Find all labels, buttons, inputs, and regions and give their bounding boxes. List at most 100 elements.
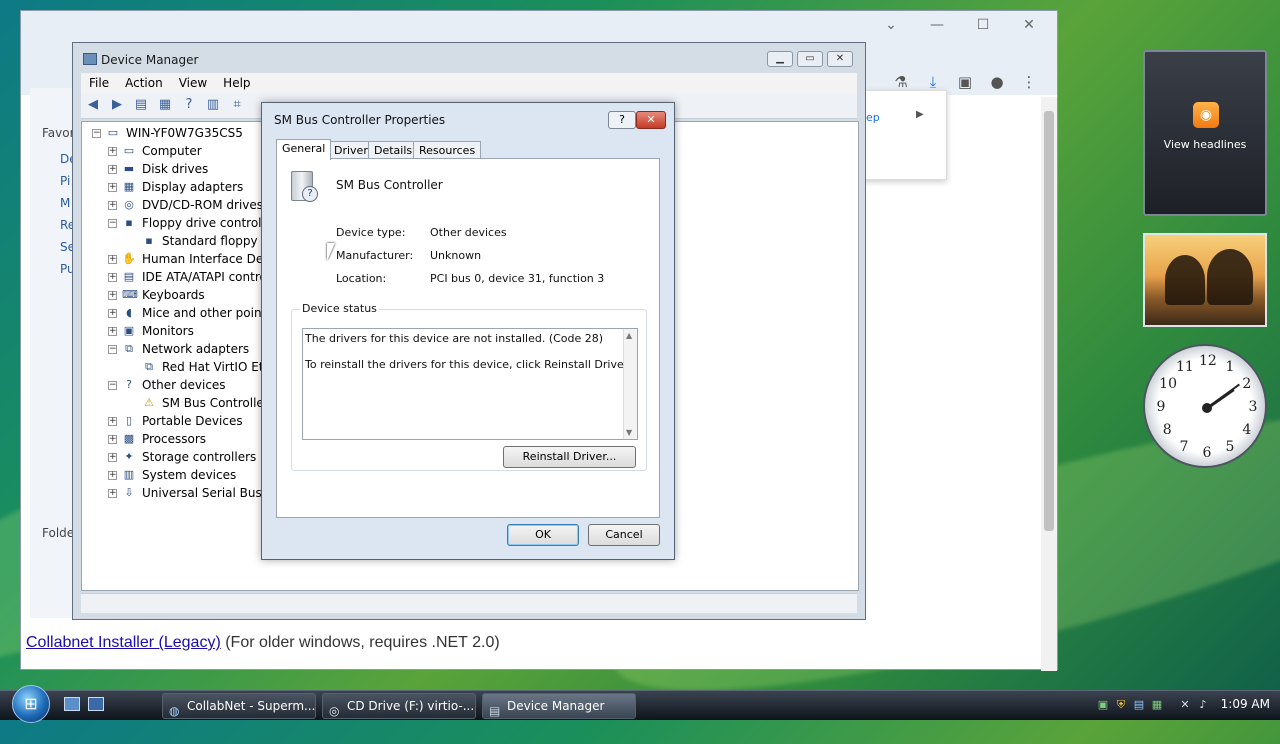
maximize-button[interactable]: ▭ — [797, 51, 823, 67]
clock-gadget[interactable]: 12 1 2 3 4 5 6 7 8 9 10 11 — [1143, 344, 1267, 468]
menu-bar: File Action View Help — [81, 73, 857, 93]
status-bar — [81, 593, 857, 613]
taskbar-clock[interactable]: 1:09 AM — [1221, 697, 1270, 711]
feed-headlines-gadget[interactable]: ◉ View headlines — [1143, 50, 1267, 216]
expand-icon[interactable]: + — [108, 471, 117, 480]
clock-number: 6 — [1202, 445, 1212, 461]
mouse-cursor-icon — [327, 243, 335, 261]
collapse-icon[interactable]: − — [108, 345, 117, 354]
taskbar-item-device-manager[interactable]: ▤ Device Manager — [482, 693, 636, 719]
network-tray-icon[interactable]: ▣ — [1096, 698, 1110, 712]
tab-resources[interactable]: Resources — [413, 141, 482, 159]
expand-icon[interactable]: + — [108, 201, 117, 210]
nav-pane-item[interactable]: M — [60, 196, 70, 210]
tray-icon[interactable]: ▦ — [1150, 698, 1164, 712]
back-icon[interactable]: ◀ — [84, 97, 102, 115]
status-scrollbar[interactable]: ▲ ▼ — [623, 329, 637, 439]
close-icon[interactable]: ✕ — [1017, 17, 1041, 33]
network-disconnected-icon[interactable]: ✕ — [1178, 698, 1192, 712]
device-status-group: Device status The drivers for this devic… — [291, 302, 647, 471]
collapse-icon[interactable]: − — [108, 219, 117, 228]
clock-number: 4 — [1242, 422, 1252, 438]
cancel-button[interactable]: Cancel — [588, 524, 660, 546]
chevron-right-icon[interactable]: ▶ — [916, 109, 924, 120]
menu-icon[interactable]: ⋮ — [1019, 73, 1039, 93]
explorer-nav-pane: Favor De Pi M Re Se Pu Folde — [30, 88, 78, 618]
menu-file[interactable]: File — [81, 73, 117, 93]
maximize-icon[interactable]: ☐ — [971, 17, 995, 33]
field-label: Device type: — [336, 226, 406, 239]
browser-scrollbar[interactable] — [1041, 97, 1057, 671]
show-desktop-icon[interactable] — [64, 697, 80, 711]
tray-icon[interactable]: ▤ — [1132, 698, 1146, 712]
sidepanel-icon[interactable]: ▣ — [955, 73, 975, 93]
properties-icon[interactable]: ▦ — [156, 97, 174, 115]
menu-help[interactable]: Help — [215, 73, 258, 93]
tree-item-label: System devices — [142, 468, 237, 482]
forward-icon[interactable]: ▶ — [108, 97, 126, 115]
expand-icon[interactable]: + — [108, 489, 117, 498]
nav-pane-item[interactable]: Pi — [60, 174, 70, 188]
nav-pane-item[interactable]: Folde — [42, 526, 74, 540]
device-status-textbox[interactable]: The drivers for this device are not inst… — [302, 328, 638, 440]
expand-icon[interactable]: + — [108, 291, 117, 300]
menu-action[interactable]: Action — [117, 73, 171, 93]
minimize-icon[interactable]: — — [925, 17, 949, 33]
expand-icon[interactable]: + — [108, 273, 117, 282]
ok-button[interactable]: OK — [507, 524, 579, 546]
expand-icon[interactable]: + — [108, 255, 117, 264]
chevron-down-icon[interactable]: ⌄ — [879, 17, 903, 33]
collapse-icon[interactable]: − — [108, 381, 117, 390]
expand-icon[interactable]: + — [108, 327, 117, 336]
portable-icon: ▯ — [125, 414, 133, 427]
expand-icon[interactable]: + — [108, 183, 117, 192]
switch-windows-icon[interactable] — [88, 697, 104, 711]
help-button[interactable]: ? — [608, 111, 636, 129]
expand-icon[interactable]: + — [108, 417, 117, 426]
expand-icon[interactable]: + — [108, 453, 117, 462]
volume-icon[interactable]: ♪ — [1196, 698, 1210, 712]
scroll-up-icon[interactable]: ▲ — [626, 331, 632, 340]
taskbar-item-collabnet[interactable]: ◍ CollabNet - Superm... — [162, 693, 316, 719]
close-button[interactable]: ✕ — [827, 51, 853, 67]
expand-icon[interactable]: + — [108, 309, 117, 318]
tab-general[interactable]: General — [276, 139, 332, 160]
hid-icon: ✋ — [122, 252, 136, 265]
slideshow-gadget[interactable] — [1143, 233, 1267, 327]
expand-icon[interactable]: + — [108, 147, 117, 156]
link-suffix: (For older windows, requires .NET 2.0) — [220, 634, 500, 651]
cd-drive-icon: ◎ — [329, 704, 340, 718]
reinstall-driver-button[interactable]: Reinstall Driver... — [503, 446, 636, 468]
computer-icon: ▭ — [107, 126, 119, 139]
collapse-icon[interactable]: − — [92, 129, 101, 138]
taskbar-item-cd-drive[interactable]: ◎ CD Drive (F:) virtio-... — [322, 693, 476, 719]
field-value: Unknown — [430, 249, 482, 262]
field-value: Other devices — [430, 226, 507, 239]
field-label: Manufacturer: — [336, 249, 414, 262]
profile-icon[interactable]: ● — [987, 73, 1007, 93]
up-icon[interactable]: ▤ — [132, 97, 150, 115]
tree-item-label: Monitors — [142, 324, 194, 338]
cd-icon: ◎ — [124, 198, 134, 211]
ide-icon: ▤ — [123, 270, 135, 283]
scrollbar-thumb[interactable] — [1044, 111, 1054, 531]
menu-view[interactable]: View — [171, 73, 215, 93]
start-button[interactable]: ⊞ — [12, 685, 50, 723]
browser-icon: ◍ — [169, 704, 180, 718]
tab-driver[interactable]: Driver — [328, 141, 374, 159]
expand-icon[interactable]: + — [108, 435, 117, 444]
minimize-button[interactable]: ▁ — [767, 51, 793, 67]
expand-icon[interactable]: + — [108, 165, 117, 174]
view-icon[interactable]: ▥ — [204, 97, 222, 115]
scan-icon[interactable]: ⌗ — [228, 97, 246, 115]
close-button[interactable]: ✕ — [636, 111, 666, 129]
help-icon[interactable]: ? — [180, 97, 198, 115]
collabnet-installer-link[interactable]: Collabnet Installer (Legacy) — [26, 634, 221, 651]
popup-text[interactable]: ep — [866, 111, 880, 124]
security-tray-icon[interactable]: ⛨ — [1114, 698, 1128, 712]
tree-item-label: Computer — [142, 144, 202, 158]
feed-label[interactable]: View headlines — [1145, 138, 1265, 151]
scroll-down-icon[interactable]: ▼ — [626, 428, 632, 437]
tab-details[interactable]: Details — [368, 141, 419, 159]
nav-pane-item[interactable]: Favor — [42, 126, 75, 140]
